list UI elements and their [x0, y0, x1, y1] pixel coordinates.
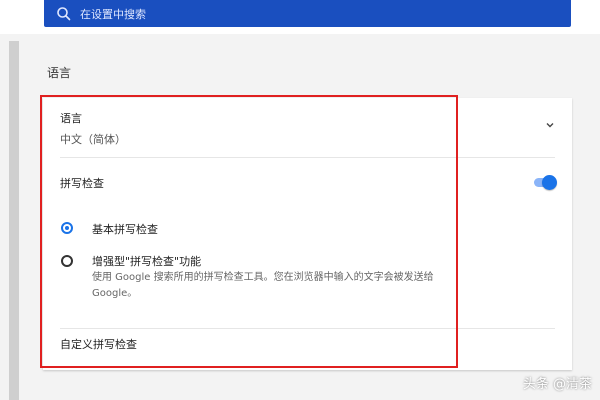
spellcheck-toggle[interactable] — [533, 175, 557, 190]
search-icon — [57, 6, 71, 20]
radio-label-basic: 基本拼写检查 — [92, 223, 158, 236]
custom-spellcheck-row[interactable]: 自定义拼写检查 — [43, 328, 572, 358]
section-title: 语言 — [47, 66, 72, 80]
top-bar: 在设置中搜索 — [0, 0, 600, 34]
language-value: 中文（简体） — [60, 133, 126, 146]
divider — [60, 328, 555, 329]
search-input[interactable]: 在设置中搜索 — [80, 6, 146, 22]
language-row[interactable]: 语言 中文（简体） — [43, 98, 572, 156]
radio-desc-enhanced: 使用 Google 搜索所用的拼写检查工具。您在浏览器中输入的文字会被发送给 G… — [92, 272, 434, 299]
radio-button-enhanced[interactable] — [61, 255, 73, 267]
watermark: 头条 @清茶 — [522, 377, 592, 392]
radio-label-enhanced: 增强型"拼写检查"功能 — [92, 255, 202, 268]
spellcheck-row: 拼写检查 — [43, 158, 572, 206]
toggle-knob — [542, 175, 557, 190]
radio-enhanced-spellcheck[interactable]: 增强型"拼写检查"功能 使用 Google 搜索所用的拼写检查工具。您在浏览器中… — [43, 246, 572, 308]
sidebar-scrollbar[interactable] — [9, 41, 19, 400]
language-settings-card: 语言 中文（简体） 拼写检查 基本拼写检查 增强型"拼写检查"功能 使用 Goo… — [43, 98, 572, 370]
settings-search-bar[interactable]: 在设置中搜索 — [44, 0, 571, 27]
radio-basic-spellcheck[interactable]: 基本拼写检查 — [43, 214, 572, 242]
radio-button-basic[interactable] — [61, 222, 73, 234]
language-label: 语言 — [60, 112, 82, 125]
spellcheck-label: 拼写检查 — [60, 177, 104, 190]
chevron-down-icon[interactable] — [545, 120, 555, 130]
custom-spellcheck-label: 自定义拼写检查 — [60, 338, 137, 351]
